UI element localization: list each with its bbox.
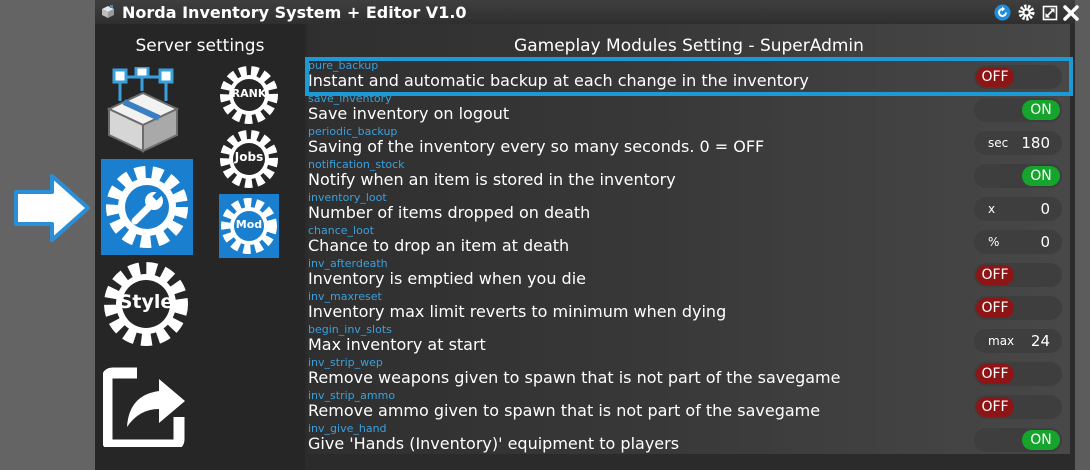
style-label: Style	[118, 291, 174, 313]
title-bar[interactable]: Norda Inventory System + Editor V1.0	[95, 0, 1079, 24]
number-input[interactable]: max 24	[974, 329, 1062, 353]
number-unit: %	[988, 235, 1000, 249]
nav-inventory[interactable]	[101, 66, 185, 154]
nav-settings[interactable]	[101, 159, 193, 255]
toggle-switch[interactable]: ON	[974, 98, 1062, 122]
settings-gear-wrench-icon	[106, 166, 188, 248]
setting-row-inv-strip-wep: inv_strip_wep Remove weapons given to spa…	[308, 357, 1070, 390]
toggle-switch[interactable]: OFF	[974, 362, 1062, 386]
rank-label: RANK	[231, 87, 267, 100]
number-unit: x	[988, 202, 996, 216]
setting-description: Save inventory on logout	[308, 104, 510, 123]
toggle-state-label: ON	[1022, 100, 1060, 120]
setting-description: Inventory is emptied when you die	[308, 269, 586, 288]
close-button[interactable]	[1062, 4, 1079, 21]
jobs-label: Jobs	[234, 150, 264, 164]
setting-description: Inventory max limit reverts to minimum w…	[308, 302, 727, 321]
setting-row-begin-inv-slots: begin_inv_slots Max inventory at start max…	[308, 324, 1070, 357]
nav-style[interactable]: Style	[101, 259, 191, 349]
number-unit: sec	[988, 136, 1009, 150]
setting-row-inv-afterdeath: inv_afterdeath Inventory is emptied when …	[308, 258, 1070, 291]
setting-row-chance-loot: chance_loot Chance to drop an item at dea…	[308, 225, 1070, 258]
nav-rank[interactable]: RANK	[219, 64, 279, 126]
setting-description: Chance to drop an item at death	[308, 236, 570, 255]
refresh-icon	[994, 4, 1011, 21]
toggle-state-label: ON	[1022, 166, 1060, 186]
toggle-state-label: OFF	[976, 364, 1014, 384]
setting-row-periodic-backup: periodic_backup Saving of the inventory e…	[308, 126, 1070, 159]
gear-icon	[1018, 4, 1035, 21]
setting-description: Notify when an item is stored in the inv…	[308, 170, 676, 189]
inventory-editor-window: Norda Inventory System + Editor V1.0 Ser…	[95, 0, 1079, 470]
number-unit: max	[988, 334, 1015, 348]
toggle-switch[interactable]: OFF	[974, 296, 1062, 320]
setting-description: Saving of the inventory every so many se…	[308, 137, 765, 156]
setting-row-pure-backup: pure_backup Instant and automatic backup …	[305, 57, 1073, 96]
toggle-state-label: ON	[1022, 430, 1060, 450]
setting-description: Number of items dropped on death	[308, 203, 591, 222]
nav-mod[interactable]: Mod	[219, 194, 279, 258]
sidebar: Server settings Style RANK Jobs Mod	[95, 24, 305, 470]
inventory-box-icon	[106, 67, 180, 153]
number-value: 0	[1040, 200, 1050, 218]
nav-share[interactable]	[101, 357, 189, 449]
toggle-switch[interactable]: ON	[974, 164, 1062, 188]
refresh-button[interactable]	[994, 4, 1011, 21]
window-title: Norda Inventory System + Editor V1.0	[122, 3, 467, 22]
expand-icon	[1042, 5, 1057, 20]
setting-description: Remove ammo given to spawn that is not p…	[308, 401, 821, 420]
number-value: 0	[1040, 233, 1050, 251]
toggle-switch[interactable]: OFF	[974, 395, 1062, 419]
toggle-switch[interactable]: OFF	[974, 263, 1062, 287]
toggle-switch[interactable]: OFF	[974, 65, 1062, 89]
share-export-icon	[103, 367, 185, 447]
toggle-switch[interactable]: ON	[974, 428, 1062, 452]
setting-description: Instant and automatic backup at each cha…	[308, 71, 809, 90]
background-right	[1075, 0, 1090, 470]
gameplay-settings-panel: Gameplay Modules Setting - SuperAdmin pu…	[305, 24, 1073, 456]
toggle-state-label: OFF	[976, 298, 1014, 318]
number-input[interactable]: % 0	[974, 230, 1062, 254]
settings-button[interactable]	[1018, 4, 1035, 21]
sidebar-heading: Server settings	[135, 36, 265, 56]
mod-label: Mod	[235, 218, 263, 231]
number-value: 24	[1030, 332, 1050, 350]
number-input[interactable]: x0	[974, 197, 1062, 221]
setting-row-save-inventory: save_inventory Save inventory on logout ON	[308, 93, 1070, 126]
toggle-state-label: OFF	[976, 397, 1014, 417]
setting-description: Remove weapons given to spawn that is no…	[308, 368, 841, 387]
setting-row-notification-stock: notification_stock Notify when an item is…	[308, 159, 1070, 192]
fullscreen-button[interactable]	[1041, 4, 1058, 21]
setting-description: Max inventory at start	[308, 335, 486, 354]
number-value: 180	[1021, 134, 1050, 152]
number-input[interactable]: sec 180	[974, 131, 1062, 155]
setting-row-inv-give-hand: inv_give_hand Give 'Hands (Inventory)' eq…	[308, 423, 1070, 456]
setting-description: Give 'Hands (Inventory)' equipment to pl…	[308, 434, 680, 453]
toggle-state-label: OFF	[976, 265, 1014, 285]
setting-row-inv-maxreset: inv_maxreset Inventory max limit reverts …	[308, 291, 1070, 324]
panel-title: Gameplay Modules Setting - SuperAdmin	[514, 36, 864, 56]
pointer-arrow-icon	[14, 174, 90, 242]
setting-row-inv-strip-ammo: inv_strip_ammo Remove ammo given to spawn…	[308, 390, 1070, 423]
app-box-icon	[102, 5, 114, 18]
close-icon	[1062, 4, 1079, 21]
toggle-state-label: OFF	[976, 67, 1014, 87]
nav-jobs[interactable]: Jobs	[219, 128, 279, 190]
setting-row-inventory-loot: inventory_loot Number of items dropped on…	[308, 192, 1070, 225]
